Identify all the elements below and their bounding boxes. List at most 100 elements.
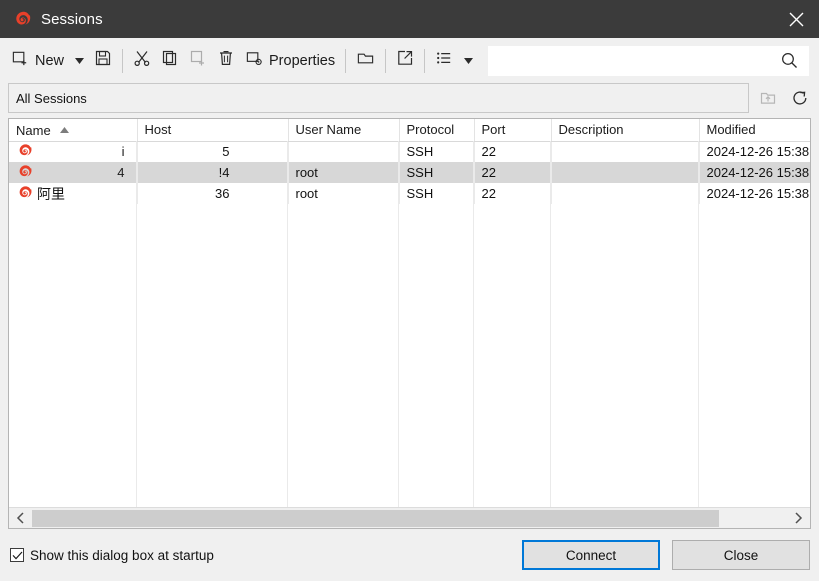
table-header: Name Host User Name Protocol Port Descri… — [9, 119, 810, 142]
checkbox-box[interactable] — [10, 548, 24, 562]
cell-port: 22 — [474, 183, 552, 204]
column-header-protocol[interactable]: Protocol — [399, 119, 475, 142]
window-titlebar: Sessions — [0, 0, 819, 38]
save-sessions-button[interactable] — [89, 44, 117, 78]
cell-protocol: SSH — [399, 183, 475, 204]
current-folder-path[interactable]: All Sessions — [8, 83, 749, 113]
window-title: Sessions — [41, 10, 103, 28]
column-header-modified[interactable]: Modified — [699, 119, 810, 142]
path-bar-actions — [749, 83, 811, 113]
cell-description — [551, 162, 700, 183]
session-spiral-icon — [16, 142, 33, 162]
column-header-port[interactable]: Port — [474, 119, 552, 142]
new-session-button[interactable]: New — [6, 44, 69, 78]
cell-host: 36 — [137, 183, 289, 204]
close-button[interactable]: Close — [672, 540, 810, 570]
column-header-host[interactable]: Host — [137, 119, 289, 142]
list-view-icon — [435, 49, 453, 72]
search-box[interactable] — [488, 45, 809, 76]
new-session-label: New — [35, 52, 65, 69]
delete-button[interactable] — [212, 44, 240, 78]
cell-modified: 2024-12-26 15:38 — [699, 162, 810, 183]
refresh-icon[interactable] — [789, 87, 811, 109]
toolbar-separator-3 — [385, 48, 387, 73]
table-row[interactable]: 4 !4 root SSH 22 2024-12-26 15:38 — [9, 162, 810, 183]
toolbar-separator-4 — [424, 48, 426, 73]
main-toolbar: New Properties — [0, 38, 819, 83]
save-icon — [94, 49, 112, 72]
copy-icon — [161, 49, 179, 72]
copy-button[interactable] — [156, 44, 184, 78]
export-button[interactable] — [391, 44, 419, 78]
table-header-row: Name Host User Name Protocol Port Descri… — [9, 119, 810, 142]
session-spiral-icon — [16, 163, 33, 183]
cell-name-text: 4 — [117, 165, 125, 180]
column-header-description[interactable]: Description — [551, 119, 700, 142]
sessions-table-body: Name Host User Name Protocol Port Descri… — [9, 119, 810, 507]
close-icon[interactable] — [773, 0, 819, 38]
show-at-startup-label: Show this dialog box at startup — [30, 547, 214, 563]
table-rows: i 5 SSH 22 2024-12-26 15:38 4 !4 root SS… — [9, 141, 810, 204]
properties-button[interactable]: Properties — [240, 44, 340, 78]
current-folder-label: All Sessions — [16, 90, 87, 106]
new-session-icon — [11, 49, 30, 73]
open-folder-button[interactable] — [351, 44, 380, 78]
paste-button — [184, 44, 212, 78]
cell-modified: 2024-12-26 15:38 — [706, 144, 810, 160]
scrollbar-track[interactable] — [32, 508, 787, 529]
table-row[interactable]: i 5 SSH 22 2024-12-26 15:38 — [9, 141, 810, 162]
trash-icon — [217, 49, 235, 72]
column-header-user-name[interactable]: User Name — [288, 119, 400, 142]
paste-icon — [189, 49, 207, 72]
cell-port: 22 — [474, 162, 552, 183]
path-bar: All Sessions — [0, 83, 819, 113]
session-spiral-icon — [16, 184, 33, 204]
cut-scissors-icon — [133, 49, 151, 72]
column-header-name[interactable]: Name — [9, 119, 138, 142]
cell-description — [551, 183, 700, 204]
connect-button[interactable]: Connect — [522, 540, 660, 570]
scrollbar-thumb[interactable] — [32, 509, 719, 527]
show-at-startup-checkbox[interactable]: Show this dialog box at startup — [10, 548, 214, 563]
properties-gear-icon — [245, 49, 264, 73]
cell-user-name: root — [288, 183, 400, 204]
horizontal-scrollbar[interactable] — [9, 507, 810, 528]
cut-button[interactable] — [128, 44, 156, 78]
cell-port: 22 — [474, 141, 552, 162]
search-icon[interactable] — [780, 51, 799, 70]
cell-host-text: 5 — [222, 144, 230, 160]
cell-protocol: SSH — [399, 141, 475, 162]
sessions-dialog: Sessions New Properties All Sessions Nam… — [0, 0, 819, 581]
toolbar-separator-2 — [345, 48, 347, 73]
cell-name-text: i — [121, 144, 125, 160]
list-view-button[interactable] — [430, 44, 458, 78]
cell-modified: 2024-12-26 15:38 — [706, 186, 810, 201]
sessions-table: Name Host User Name Protocol Port Descri… — [9, 119, 810, 204]
cell-host: 5 — [137, 141, 289, 162]
cell-description — [551, 141, 700, 162]
cell-name: i — [9, 141, 138, 162]
table-row[interactable]: 阿里 36 root SSH 22 2024-12-26 15:38 — [9, 183, 810, 204]
cell-name: 阿里 — [9, 183, 138, 204]
cell-user-name — [288, 141, 400, 162]
search-input[interactable] — [488, 53, 780, 68]
chevron-left-icon[interactable] — [9, 508, 32, 529]
new-session-dropdown[interactable] — [69, 44, 89, 78]
sessions-table-container: Name Host User Name Protocol Port Descri… — [8, 118, 811, 529]
folder-up-icon — [757, 87, 779, 109]
column-header-name-label: Name — [16, 123, 51, 139]
cell-host: !4 — [137, 162, 289, 183]
properties-label: Properties — [269, 52, 336, 69]
mobaxterm-spiral-icon — [12, 9, 32, 29]
chevron-down-icon — [74, 57, 84, 64]
cell-host-text: 36 — [215, 186, 230, 201]
chevron-right-icon[interactable] — [787, 508, 810, 529]
view-dropdown[interactable] — [458, 44, 478, 78]
chevron-down-icon — [463, 57, 473, 64]
cell-name-text: 阿里 — [37, 185, 65, 202]
check-icon — [12, 551, 22, 559]
cell-host-text: !4 — [218, 165, 230, 180]
export-external-link-icon — [396, 49, 414, 72]
cell-protocol: SSH — [399, 162, 475, 183]
open-folder-icon — [356, 49, 375, 73]
